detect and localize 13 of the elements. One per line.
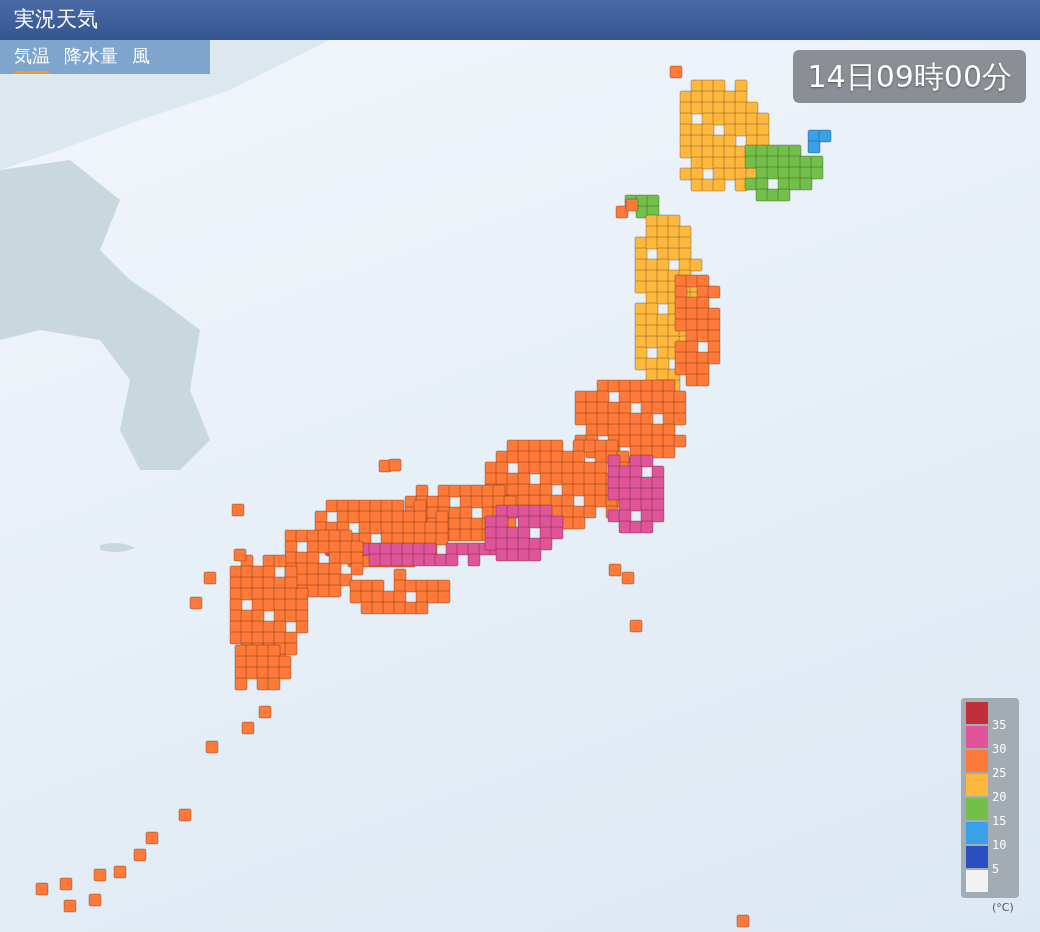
tab[interactable]: 降水量 — [64, 40, 118, 74]
tab[interactable]: 風 — [132, 40, 150, 74]
legend-label: 35 — [992, 718, 1007, 732]
unit-label: (°C) — [992, 900, 1014, 916]
legend-label: 30 — [992, 742, 1007, 756]
legend-label: 20 — [992, 790, 1007, 804]
legend-label: 15 — [992, 814, 1007, 828]
app-title: 実況天気 — [14, 7, 98, 31]
legend-label: 25 — [992, 766, 1007, 780]
timestamp-label: 14日09時00分 — [793, 50, 1026, 103]
legend-label: 5 — [992, 862, 1000, 876]
tab[interactable]: 気温 — [14, 40, 50, 74]
legend-label: 10 — [992, 838, 1007, 852]
